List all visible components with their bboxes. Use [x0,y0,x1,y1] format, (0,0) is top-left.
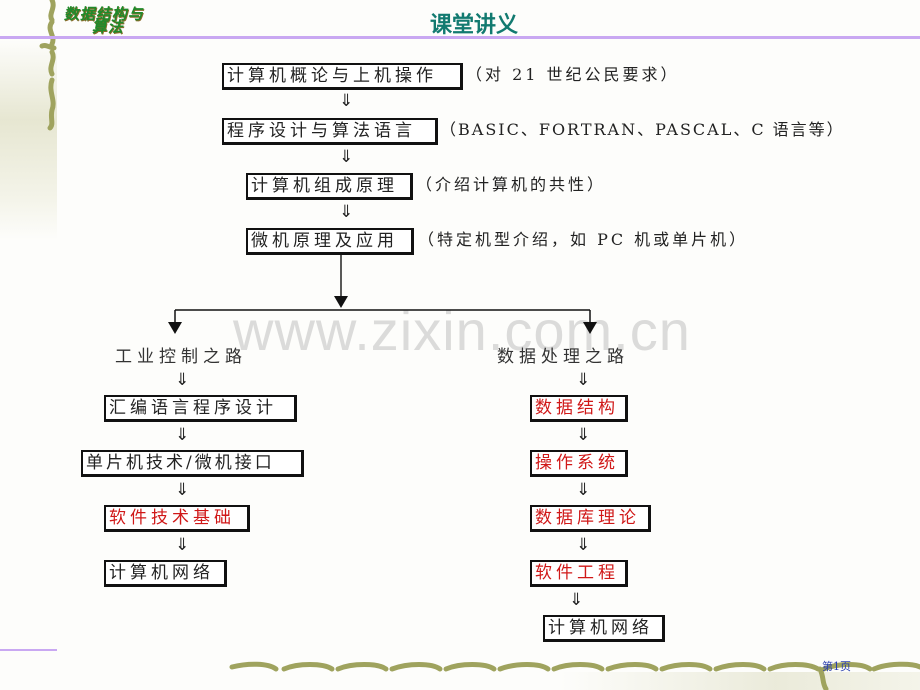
right-step-2-box: 操作系统 [530,450,628,477]
main-step-2-label: 程序设计与算法语言 [227,121,416,141]
main-step-3-label: 计算机组成原理 [251,176,398,196]
right-step-5-box: 计算机网络 [543,615,665,642]
right-step-4-label: 软件工程 [535,563,619,583]
main-step-4-note: （特定机型介绍，如 PC 机或单片机） [418,230,749,249]
right-branch-title: 数据处理之路 [497,347,629,367]
down-arrow-icon: ⇓ [576,425,591,445]
down-arrow-icon: ⇓ [339,147,354,167]
right-step-5-label: 计算机网络 [548,618,653,638]
left-step-4-label: 计算机网络 [109,563,214,583]
trunk-arrowhead [334,296,348,308]
left-step-2-label: 单片机技术/微机接口 [86,453,275,473]
left-step-1-box: 汇编语言程序设计 [104,395,297,422]
right-step-2-label: 操作系统 [535,453,619,473]
main-step-1-box: 计算机概论与上机操作 [222,63,463,90]
left-step-3-label: 软件技术基础 [109,508,235,528]
right-step-1-label: 数据结构 [535,398,619,418]
down-arrow-icon: ⇓ [175,425,190,445]
page-number: 第1页 [822,660,851,673]
right-branch-arrowhead [583,322,597,334]
right-step-3-label: 数据库理论 [535,508,640,528]
down-arrow-icon: ⇓ [569,590,584,610]
main-step-4-box: 微机原理及应用 [246,228,414,255]
left-step-2-box: 单片机技术/微机接口 [81,450,304,477]
down-arrow-icon: ⇓ [576,480,591,500]
left-step-4-box: 计算机网络 [104,560,227,587]
left-branch-arrowhead [168,322,182,334]
left-branch-title: 工业控制之路 [115,347,247,367]
down-arrow-icon: ⇓ [175,370,190,390]
main-step-4-label: 微机原理及应用 [251,231,398,251]
main-step-2-box: 程序设计与算法语言 [222,118,438,145]
down-arrow-icon: ⇓ [576,370,591,390]
main-step-3-note: （介绍计算机的共性） [416,175,607,194]
left-step-1-label: 汇编语言程序设计 [109,398,277,418]
main-step-1-note: （对 21 世纪公民要求） [466,65,680,84]
down-arrow-icon: ⇓ [576,535,591,555]
down-arrow-icon: ⇓ [175,535,190,555]
main-step-2-note: （BASIC、FORTRAN、PASCAL、C 语言等） [440,120,845,139]
main-step-1-label: 计算机概论与上机操作 [227,66,437,86]
right-step-4-box: 软件工程 [530,560,628,587]
right-step-3-box: 数据库理论 [530,505,651,532]
down-arrow-icon: ⇓ [339,91,354,111]
left-step-3-box: 软件技术基础 [104,505,250,532]
main-step-3-box: 计算机组成原理 [246,173,413,200]
down-arrow-icon: ⇓ [175,480,190,500]
down-arrow-icon: ⇓ [339,202,354,222]
right-step-1-box: 数据结构 [530,395,628,422]
